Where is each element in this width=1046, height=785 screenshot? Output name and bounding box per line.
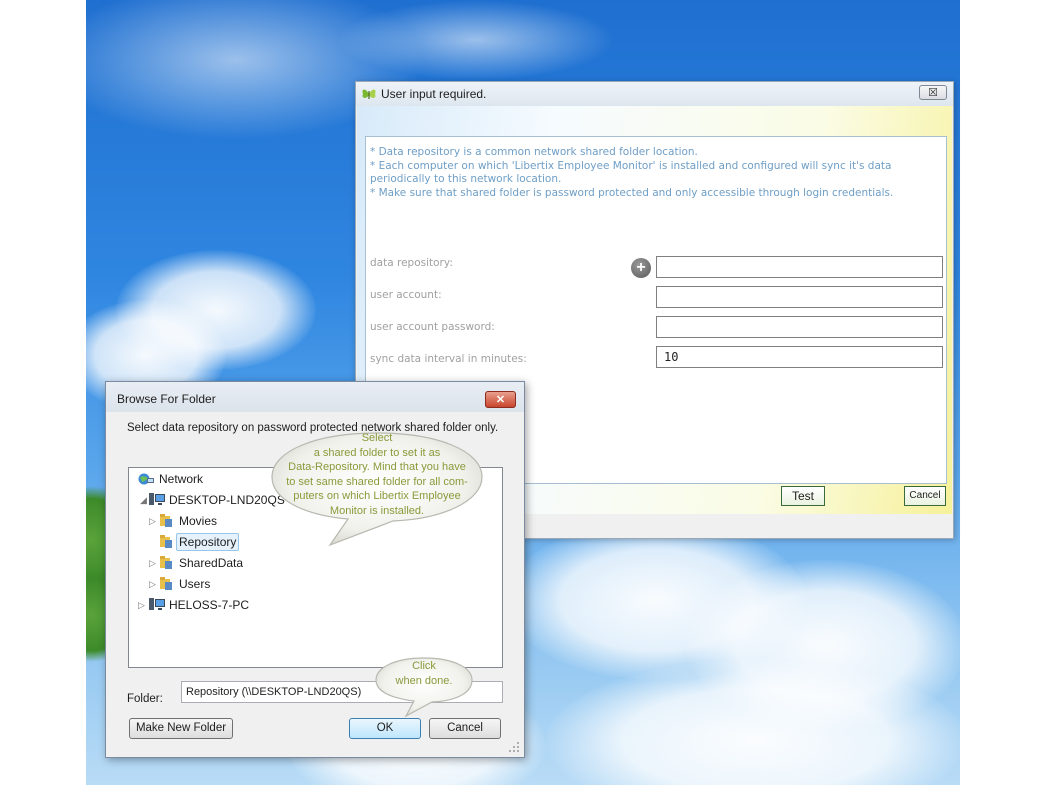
shared-folder-icon: [160, 514, 172, 527]
sync-interval-input[interactable]: 10: [656, 346, 943, 368]
tree-item-folder[interactable]: Users: [179, 576, 210, 592]
dialog-title: User input required.: [381, 87, 487, 101]
balloon-line: Monitor is installed.: [329, 504, 425, 517]
shared-folder-icon: [160, 535, 172, 548]
shared-folder-icon: [160, 556, 172, 569]
shared-folder-icon: [160, 577, 172, 590]
ok-button[interactable]: OK: [349, 718, 421, 739]
info-line: * Each computer on which 'Libertix Emplo…: [370, 159, 892, 172]
hint-balloon-select: Select a shared folder to set it as Data…: [268, 431, 486, 547]
balloon-text: Select a shared folder to set it as Data…: [268, 431, 486, 518]
tree-item-network[interactable]: Network: [159, 471, 203, 487]
dialog-titlebar[interactable]: User input required. ☒: [356, 82, 953, 106]
password-label: user account password:: [370, 321, 495, 333]
hint-balloon-click: Click when done.: [372, 656, 476, 718]
balloon-text: Click when done.: [372, 659, 476, 688]
folder-label: Folder:: [127, 693, 163, 705]
balloon-line: a shared folder to set it as: [313, 446, 441, 459]
resize-grip-icon[interactable]: [508, 741, 520, 753]
data-repository-label: data repository:: [370, 257, 453, 269]
test-button[interactable]: Test: [781, 486, 825, 506]
computer-icon: [149, 493, 165, 505]
balloon-line: puters on which Libertix Employee: [293, 490, 461, 502]
info-line: * Make sure that shared folder is passwo…: [370, 186, 894, 199]
collapsed-arrow-icon[interactable]: ▷: [149, 516, 156, 527]
dialog-title: Browse For Folder: [117, 392, 216, 406]
cloud: [336, 0, 616, 80]
collapsed-arrow-icon[interactable]: ▷: [149, 558, 156, 569]
user-account-label: user account:: [370, 289, 442, 301]
expanded-arrow-icon[interactable]: ◢: [140, 495, 147, 506]
network-icon: [138, 473, 154, 485]
balloon-line: to set same shared folder for all com-: [286, 475, 468, 488]
computer-icon: [149, 598, 165, 610]
make-new-folder-button[interactable]: Make New Folder: [129, 718, 233, 739]
info-line: * Data repository is a common network sh…: [370, 146, 698, 158]
user-account-input[interactable]: [656, 286, 943, 308]
add-icon[interactable]: +: [631, 258, 651, 278]
cancel-button[interactable]: Cancel: [904, 486, 946, 506]
collapsed-arrow-icon[interactable]: ▷: [138, 600, 145, 611]
tree-item-folder-selected[interactable]: Repository: [176, 533, 240, 551]
close-button[interactable]: ☒: [919, 85, 947, 100]
tree-item-computer[interactable]: HELOSS-7-PC: [169, 597, 249, 613]
butterfly-icon: [362, 89, 376, 99]
balloon-line: Select: [361, 432, 393, 444]
balloon-line: Data-Repository. Mind that you have: [288, 461, 466, 473]
info-text: * Data repository is a common network sh…: [370, 146, 945, 200]
balloon-line: when done.: [395, 674, 453, 687]
balloon-line: Click: [412, 660, 436, 672]
info-line: periodically to this network location.: [370, 173, 562, 185]
dialog-titlebar[interactable]: Browse For Folder ✕: [106, 382, 524, 412]
password-input[interactable]: [656, 316, 943, 338]
data-repository-input[interactable]: [656, 256, 943, 278]
cancel-button[interactable]: Cancel: [429, 718, 501, 739]
collapsed-arrow-icon[interactable]: ▷: [149, 579, 156, 590]
close-button[interactable]: ✕: [485, 391, 516, 408]
tree-item-folder[interactable]: SharedData: [179, 555, 243, 571]
sync-interval-label: sync data interval in minutes:: [370, 353, 527, 365]
tree-item-folder[interactable]: Movies: [179, 513, 217, 529]
